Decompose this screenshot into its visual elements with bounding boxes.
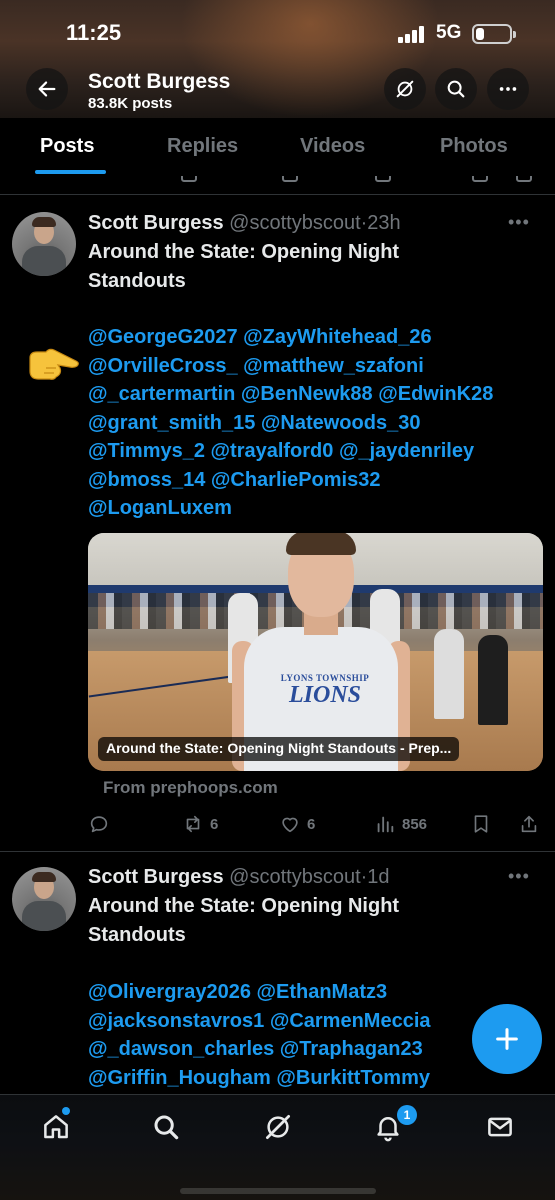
link-card[interactable]: LYONS TOWNSHIP LIONS Around the State: O… [88,533,543,771]
tab-posts[interactable]: Posts [40,135,94,158]
like-button[interactable]: 6 [279,810,315,838]
heart-icon [282,817,298,833]
view-count: 856 [402,815,428,833]
mention-line[interactable]: @grant_smith_15 @Natewoods_30 [88,409,493,438]
mention-line[interactable]: @bmoss_14 @CharliePomis32 [88,466,493,495]
grok-icon [266,1115,290,1139]
search-icon [447,80,465,98]
post-text: Around the State: Opening Night Standout… [88,892,399,949]
post-count: 83.8K posts [88,95,173,112]
profile-name: Scott Burgess [88,70,231,93]
reply-icon [90,816,108,833]
mention-line[interactable]: @Timmys_2 @trayalford0 @_jaydenriley [88,437,493,466]
mentions: @GeorgeG2027 @ZayWhitehead_26 @OrvilleCr… [88,323,493,523]
compose-post-button[interactable] [472,1004,542,1074]
profile-tabs: Posts Replies Videos Photos [0,118,555,176]
author-name[interactable]: Scott Burgess [88,212,224,234]
views-button[interactable]: 856 [374,810,427,838]
author-handle[interactable]: @scottybscout [229,212,360,234]
post-actions: 6 6 856 [0,810,555,838]
mention-line[interactable]: @OrvilleCross_ @matthew_szafoni [88,352,493,381]
repost-count: 6 [210,815,219,833]
share-icon [521,815,537,833]
grok-icon [396,80,414,98]
post-text-line: Standouts [88,269,186,292]
profile-header: Scott Burgess 83.8K posts [0,64,555,118]
mention-line[interactable]: @Olivergray2026 @EthanMatz3 [88,978,431,1007]
pointing-hand-emoji-icon [29,348,79,380]
notifications-badge: 1 [397,1105,417,1125]
bookmark-button[interactable] [470,810,492,838]
mention-line[interactable]: @_cartermartin @BenNewk88 @EdwinK28 [88,380,493,409]
repost-icon [186,815,200,833]
search-icon [154,1115,179,1140]
home-new-dot [62,1107,70,1115]
nav-home[interactable] [40,1111,72,1143]
card-caption: Around the State: Opening Night Standout… [98,737,460,761]
jersey-text-line2: LIONS [288,682,361,708]
post-time[interactable]: 23h [367,212,400,234]
bookmark-icon [474,815,488,833]
repost-button[interactable]: 6 [182,810,218,838]
post-header: Scott Burgess @scottybscout·1d [88,866,390,889]
nav-messages[interactable] [484,1111,516,1143]
battery-icon [472,24,516,44]
back-button[interactable] [26,68,68,110]
mention-line[interactable]: @LoganLuxem [88,494,493,523]
post-text: Around the State: Opening Night Standout… [88,238,399,295]
post-text-line: Standouts [88,923,186,946]
signal-icon [398,25,428,43]
post-text-line: Around the State: Opening Night [88,241,400,263]
nav-search[interactable] [150,1111,182,1143]
status-bar: 11:25 5G [0,0,555,64]
avatar[interactable] [12,867,76,931]
mention-line[interactable]: @Griffin_Hougham @BurkittTommy [88,1064,431,1093]
player-photo: LYONS TOWNSHIP LIONS [232,533,410,771]
share-button[interactable] [518,810,540,838]
author-handle[interactable]: @scottybscout [229,866,360,888]
previous-post-actions [0,176,555,194]
post-more-button[interactable]: ••• [508,212,530,233]
mention-line[interactable]: @GeorgeG2027 @ZayWhitehead_26 [88,323,493,352]
search-button[interactable] [435,68,477,110]
tab-replies[interactable]: Replies [167,135,238,158]
tab-videos[interactable]: Videos [300,135,365,158]
like-count: 6 [307,815,316,833]
mentions: @Olivergray2026 @EthanMatz3 @jacksonstav… [88,978,431,1092]
reply-button[interactable] [88,810,110,838]
divider [0,194,555,195]
status-time: 11:25 [66,20,122,45]
post-time[interactable]: 1d [367,866,389,888]
bottom-navigation: 1 [0,1094,555,1200]
link-source[interactable]: From prephoops.com [103,778,278,798]
network-label: 5G [436,22,462,43]
grok-button[interactable] [384,68,426,110]
more-horizontal-icon [499,87,517,91]
post-text-line: Around the State: Opening Night [88,895,400,917]
post-header: Scott Burgess @scottybscout·23h [88,212,401,235]
divider [0,851,555,852]
mail-icon [488,1117,512,1137]
post-more-button[interactable]: ••• [508,866,530,887]
tab-photos[interactable]: Photos [440,135,508,158]
plus-icon [496,1028,518,1050]
mention-line[interactable]: @_dawson_charles @Traphagan23 [88,1035,431,1064]
arrow-left-icon [38,81,56,97]
mention-line[interactable]: @jacksonstavros1 @CarmenMeccia [88,1007,431,1036]
views-chart-icon [377,816,394,833]
active-tab-indicator [35,170,106,174]
nav-grok[interactable] [262,1111,294,1143]
more-button[interactable] [487,68,529,110]
home-icon [44,1115,68,1139]
home-indicator [180,1188,376,1194]
author-name[interactable]: Scott Burgess [88,866,224,888]
avatar[interactable] [12,212,76,276]
